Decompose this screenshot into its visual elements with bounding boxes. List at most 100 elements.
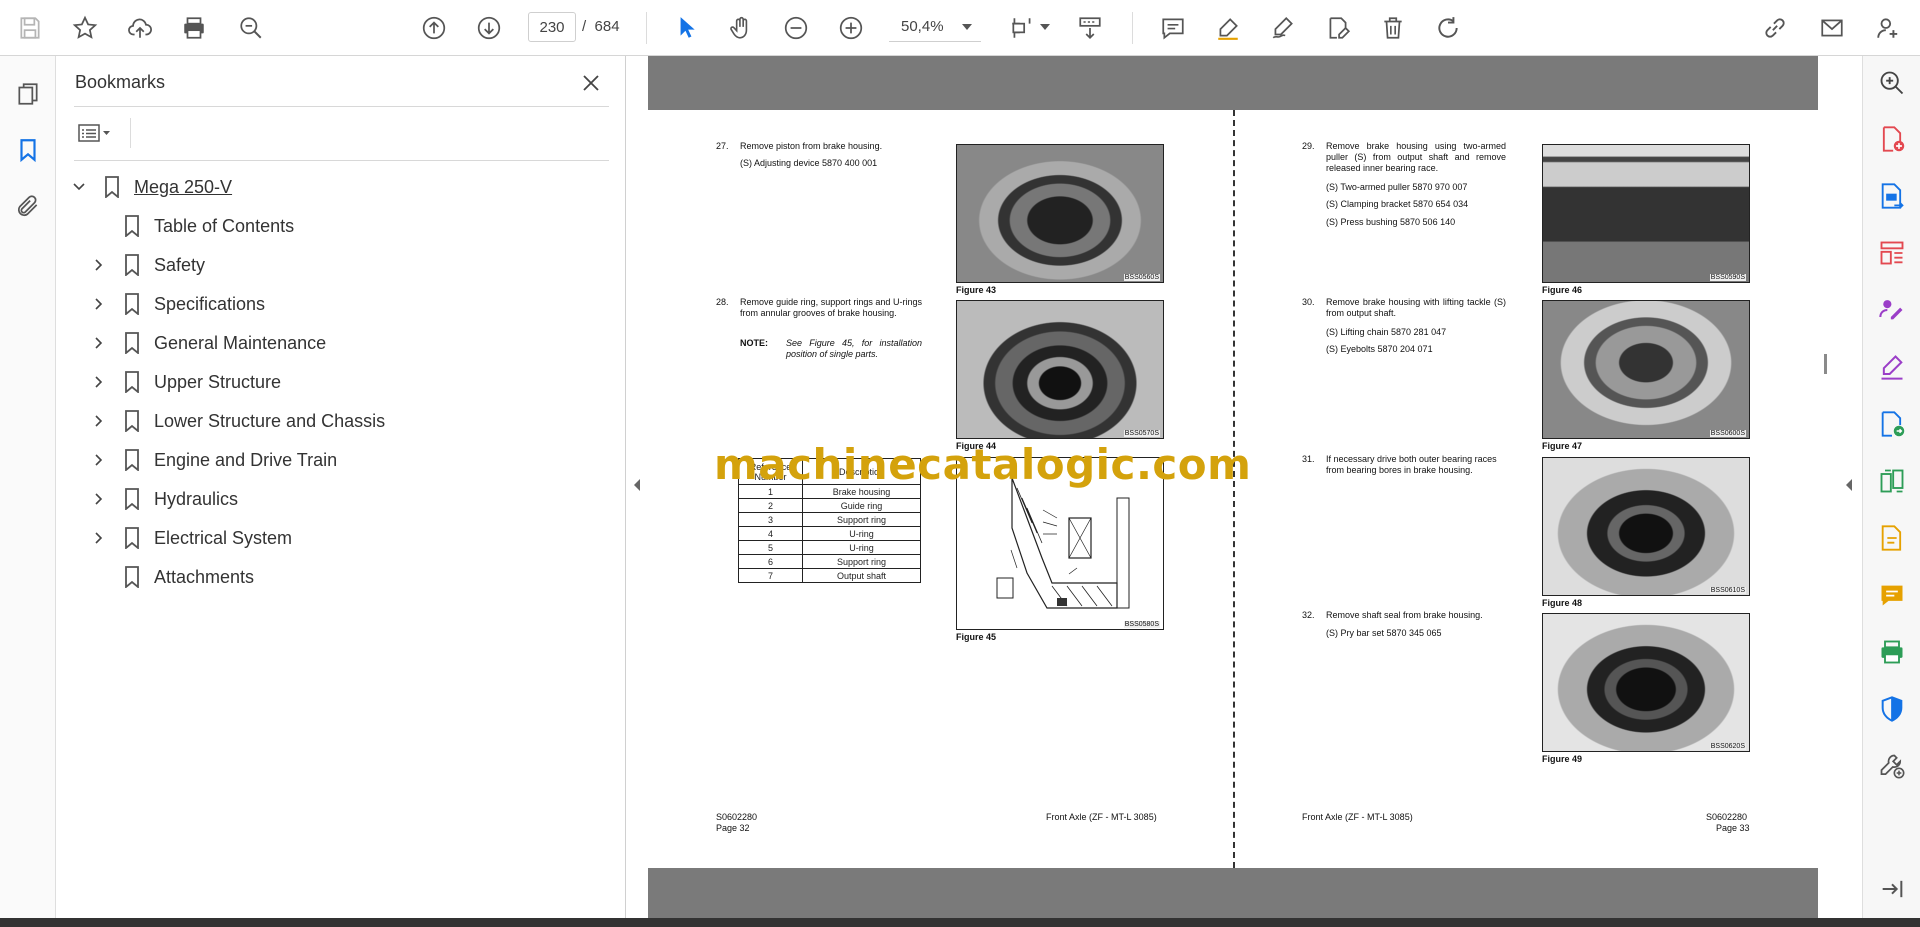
bookmark-item[interactable]: Hydraulics [56,483,616,515]
edit-text-icon[interactable] [1320,10,1356,46]
chevron-right-icon[interactable] [90,334,108,352]
fit-page-icon[interactable] [1004,10,1040,46]
organize-pages-icon[interactable] [1877,238,1907,268]
bookmark-label: Engine and Drive Train [154,449,338,470]
bookmark-label: Lower Structure and Chassis [154,410,386,431]
chevron-right-icon[interactable] [90,373,108,391]
page-separator: / [582,18,587,35]
chevron-down-icon[interactable] [962,24,972,30]
select-cursor-icon[interactable] [668,10,704,46]
export-pdf-icon[interactable] [1877,181,1907,211]
page-total: 684 [594,18,620,35]
protect-shield-icon[interactable] [1877,694,1907,724]
highlight-pen-icon[interactable] [1210,10,1246,46]
step-number: 28. [716,297,729,307]
bookmark-item[interactable]: Mega 250-V [56,171,616,203]
comment-icon[interactable] [1155,10,1191,46]
previous-page-icon[interactable] [416,10,452,46]
bookmark-icon [124,527,142,550]
collapse-left-panel-icon[interactable] [632,478,642,492]
draw-signature-icon[interactable] [1265,10,1301,46]
page-thumbnails-icon[interactable] [10,76,46,112]
mail-icon[interactable] [1814,10,1850,46]
table-cell-ref: 4 [738,526,803,541]
collapse-right-panel-icon[interactable] [1844,478,1854,492]
chevron-down-icon[interactable] [70,178,88,196]
attachments-paperclip-icon[interactable] [10,188,46,224]
bookmark-item[interactable]: Attachments [56,561,616,593]
delete-trash-icon[interactable] [1375,10,1411,46]
print-icon[interactable] [176,10,212,46]
upload-cloud-icon[interactable] [122,10,158,46]
bookmark-icon [124,215,142,238]
footer-title: Front Axle (ZF - MT-L 3085) [1046,812,1157,822]
bookmark-item[interactable]: Safety [56,249,616,281]
bookmark-item[interactable]: Table of Contents [56,210,616,242]
chevron-right-icon[interactable] [90,451,108,469]
save-icon[interactable] [12,10,48,46]
bookmark-item[interactable]: General Maintenance [56,327,616,359]
bookmark-item[interactable]: Lower Structure and Chassis [56,405,616,437]
step-number: 31. [1302,454,1315,464]
account-add-icon[interactable] [1870,10,1906,46]
document-scrollbar-thumb[interactable] [1824,354,1827,374]
bookmarks-panel: Bookmarks Mega 250-V Table of Contents Saf… [56,56,626,918]
figure-caption: Figure 47 [1542,441,1583,451]
more-tools-icon[interactable] [1877,751,1907,781]
chevron-right-icon[interactable] [90,490,108,508]
figure-code: BSS0600S [1709,430,1746,437]
figure-code: BSS0590S [1709,274,1746,281]
table-row: 5 U-ring [738,540,921,555]
edit-pdf-icon[interactable] [1877,523,1907,553]
comment-tool-icon[interactable] [1877,580,1907,610]
next-page-icon[interactable] [471,10,507,46]
table-cell-ref: 6 [738,554,803,569]
zoom-out-icon[interactable] [778,10,814,46]
fit-options-chevron-icon[interactable] [1040,24,1050,30]
figure-44-photo: BSS0570S [956,300,1164,439]
figure-code: BSS0580S [1123,621,1160,628]
zoom-magnifier-icon[interactable] [1877,68,1907,98]
chevron-right-icon[interactable] [90,529,108,547]
page-spread-divider [1233,110,1235,868]
share-link-icon[interactable] [1757,10,1793,46]
bookmark-label: Specifications [154,293,266,314]
figure-47-photo: BSS0600S [1542,300,1750,439]
chevron-right-icon[interactable] [90,412,108,430]
search-zoom-icon[interactable] [233,10,269,46]
chevron-right-icon[interactable] [90,256,108,274]
hand-tool-icon[interactable] [723,10,759,46]
figure-caption: Figure 45 [956,632,997,642]
bookmark-item[interactable]: Engine and Drive Train [56,444,616,476]
redo-rotate-icon[interactable] [1430,10,1466,46]
scroll-mode-icon[interactable] [1072,10,1108,46]
print-production-icon[interactable] [1877,637,1907,667]
request-signature-icon[interactable] [1877,295,1907,325]
bookmark-panel-icon[interactable] [10,132,46,168]
step-number: 30. [1302,297,1315,307]
close-icon[interactable] [576,68,606,98]
figure-caption: Figure 49 [1542,754,1583,764]
step-text: Remove brake housing using two-armed pul… [1326,141,1506,173]
page-number-input[interactable]: 230 [528,12,576,42]
bookmark-item[interactable]: Upper Structure [56,366,616,398]
collapse-tools-pane-icon[interactable] [1877,874,1907,904]
zoom-in-icon[interactable] [833,10,869,46]
tool-reference: (S) Clamping bracket 5870 654 034 [1326,199,1469,209]
star-icon[interactable] [67,10,103,46]
table-row: 2 Guide ring [738,498,921,513]
send-for-review-icon[interactable] [1877,409,1907,439]
fill-sign-icon[interactable] [1877,352,1907,382]
figure-code: BSS0570S [1123,430,1160,437]
compare-files-icon[interactable] [1877,466,1907,496]
figure-49-photo: BSS0620S [1542,613,1750,752]
bookmark-options-button[interactable] [74,118,118,148]
bookmark-item[interactable]: Specifications [56,288,616,320]
create-pdf-icon[interactable] [1877,124,1907,154]
step-text: Remove shaft seal from brake housing. [1326,610,1483,620]
footer-page: Page 33 [1716,823,1750,833]
toolbar-divider [130,118,131,148]
chevron-right-icon[interactable] [90,295,108,313]
bookmark-item[interactable]: Electrical System [56,522,616,554]
figure-caption: Figure 46 [1542,285,1583,295]
